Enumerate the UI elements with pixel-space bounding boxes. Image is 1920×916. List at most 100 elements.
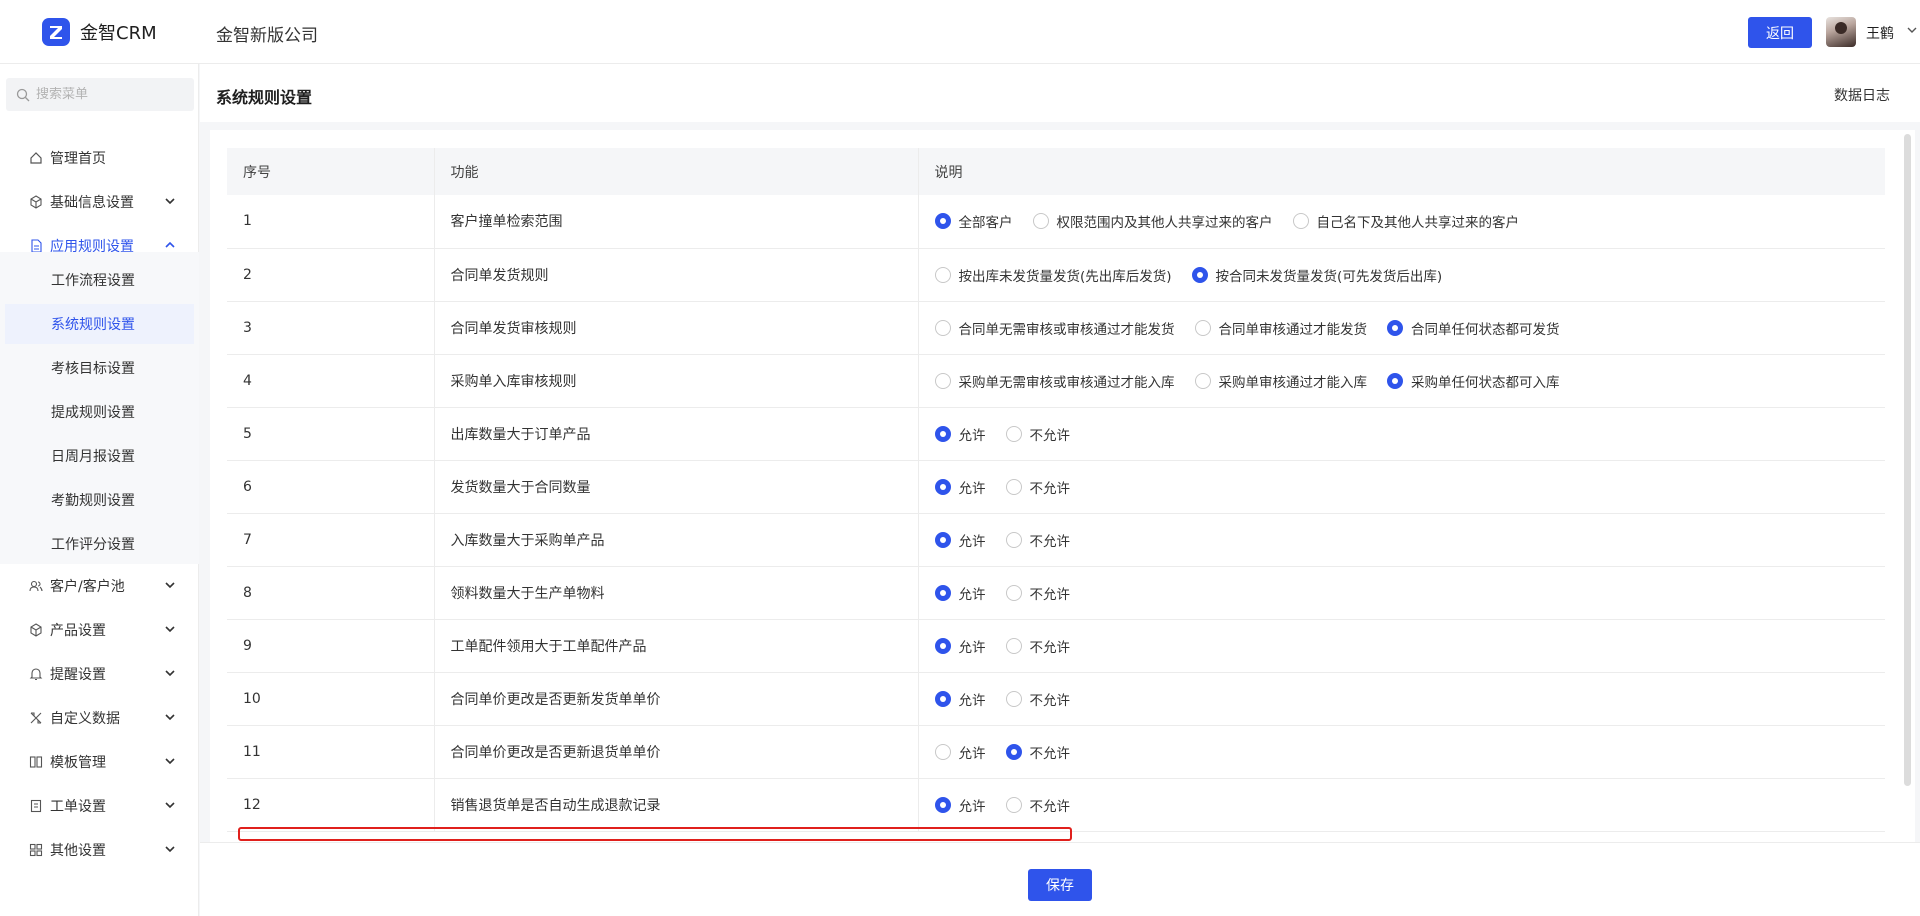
- radio-option[interactable]: 采购单任何状态都可入库: [1379, 371, 1560, 391]
- radio-checked-icon[interactable]: [1387, 372, 1403, 389]
- search-input[interactable]: [36, 87, 186, 102]
- sidebar-item-work-orders[interactable]: 工单设置: [0, 786, 199, 826]
- sidebar-item-reminders[interactable]: 提醒设置: [0, 654, 199, 694]
- row-options: 允许 不允许: [918, 566, 1885, 620]
- radio-checked-icon[interactable]: [934, 478, 951, 495]
- radio-checked-icon[interactable]: [1191, 266, 1208, 283]
- sidebar-item-home[interactable]: 管理首页: [0, 138, 199, 178]
- radio-group: 允许 不允许: [919, 742, 1886, 762]
- table-row: 11 合同单价更改是否更新退货单单价 允许 不允许: [227, 725, 1886, 779]
- radio-label: 全部客户: [958, 215, 1013, 232]
- row-feature: 合同单价更改是否更新退货单单价: [434, 725, 919, 779]
- radio-checked-icon[interactable]: [934, 690, 951, 707]
- radio-unchecked-icon[interactable]: [1194, 372, 1211, 389]
- user-name[interactable]: 王鹤: [1866, 23, 1894, 43]
- radio-checked-icon[interactable]: [934, 637, 951, 654]
- radio-unchecked-icon[interactable]: [1032, 213, 1049, 230]
- radio-group: 采购单无需审核或审核通过才能入库 采购单审核通过才能入库 采购单任何状态都可入库: [919, 371, 1886, 391]
- radio-checked-icon[interactable]: [934, 213, 951, 230]
- radio-option[interactable]: 允许: [927, 636, 986, 656]
- radio-unchecked-icon[interactable]: [1005, 796, 1022, 813]
- radio-unchecked-icon[interactable]: [1292, 213, 1309, 230]
- radio-option[interactable]: 采购单无需审核或审核通过才能入库: [927, 371, 1175, 391]
- radio-option[interactable]: 合同单审核通过才能发货: [1187, 318, 1367, 338]
- radio-option[interactable]: 权限范围内及其他人共享过来的客户: [1025, 211, 1273, 231]
- radio-option[interactable]: 允许: [927, 477, 986, 497]
- data-log-link[interactable]: 数据日志: [1834, 85, 1890, 105]
- sidebar-item-label: 模板管理: [50, 755, 106, 771]
- radio-option[interactable]: 合同单任何状态都可发货: [1379, 318, 1560, 338]
- radio-unchecked-icon[interactable]: [1005, 425, 1022, 442]
- scrollbar[interactable]: [1904, 134, 1911, 786]
- radio-option[interactable]: 不允许: [998, 742, 1070, 762]
- sidebar-item-templates[interactable]: 模板管理: [0, 742, 199, 782]
- bell-icon: [28, 666, 44, 682]
- row-number: 12: [227, 778, 435, 832]
- sidebar-subitem-scoring[interactable]: 工作评分设置: [5, 524, 194, 564]
- sidebar-item-products[interactable]: 产品设置: [0, 610, 199, 650]
- radio-option[interactable]: 按出库未发货量发货(先出库后发货): [927, 265, 1172, 285]
- radio-checked-icon[interactable]: [934, 796, 951, 813]
- radio-option[interactable]: 允许: [927, 742, 986, 762]
- sidebar-item-basic-info[interactable]: 基础信息设置: [0, 182, 199, 222]
- radio-checked-icon[interactable]: [1387, 319, 1403, 336]
- radio-label: 允许: [958, 692, 986, 709]
- sidebar-subitem-reports[interactable]: 日周月报设置: [5, 436, 194, 476]
- table-row: 4 采购单入库审核规则 采购单无需审核或审核通过才能入库 采购单审核通过才能入库 采购单…: [227, 354, 1886, 408]
- table-row: 2 合同单发货规则 按出库未发货量发货(先出库后发货) 按合同未发货量发货(可先发货后…: [227, 248, 1885, 302]
- radio-label: 不允许: [1029, 798, 1071, 815]
- radio-unchecked-icon[interactable]: [1005, 637, 1022, 654]
- radio-label: 允许: [958, 533, 986, 550]
- radio-option[interactable]: 不允许: [998, 583, 1070, 603]
- radio-unchecked-icon[interactable]: [1005, 690, 1022, 707]
- radio-checked-icon[interactable]: [934, 425, 951, 442]
- home-icon: [28, 150, 44, 166]
- radio-option[interactable]: 允许: [927, 530, 986, 550]
- radio-option[interactable]: 允许: [927, 795, 986, 815]
- sidebar-subitem-workflow[interactable]: 工作流程设置: [5, 260, 194, 300]
- sidebar-subitem-commission[interactable]: 提成规则设置: [5, 392, 194, 432]
- sidebar-item-label: 基础信息设置: [50, 195, 134, 211]
- row-number: 8: [227, 566, 435, 620]
- radio-option[interactable]: 允许: [927, 424, 986, 444]
- radio-option[interactable]: 不允许: [998, 636, 1070, 656]
- sidebar-subitem-attendance[interactable]: 考勤规则设置: [5, 480, 194, 520]
- radio-option[interactable]: 不允许: [998, 795, 1071, 815]
- radio-label: 允许: [958, 639, 986, 656]
- radio-unchecked-icon[interactable]: [934, 372, 951, 389]
- avatar[interactable]: [1826, 17, 1856, 47]
- sidebar-subitem-system-rules[interactable]: 系统规则设置: [5, 304, 194, 344]
- radio-unchecked-icon[interactable]: [934, 319, 951, 336]
- radio-unchecked-icon[interactable]: [1005, 478, 1022, 495]
- column-header-description: 说明: [918, 148, 1885, 195]
- radio-option[interactable]: 不允许: [998, 530, 1070, 550]
- radio-checked-icon[interactable]: [934, 531, 951, 548]
- radio-option[interactable]: 自己名下及其他人共享过来的客户: [1285, 211, 1519, 231]
- radio-option[interactable]: 不允许: [998, 424, 1070, 444]
- radio-unchecked-icon[interactable]: [1005, 584, 1022, 601]
- sidebar-item-customers[interactable]: 客户/客户池: [0, 566, 199, 606]
- sidebar-subitem-assessment[interactable]: 考核目标设置: [5, 348, 194, 388]
- chevron-down-icon[interactable]: [1906, 24, 1918, 39]
- radio-option[interactable]: 不允许: [998, 477, 1070, 497]
- company-name: 金智新版公司: [216, 26, 318, 46]
- radio-unchecked-icon[interactable]: [934, 743, 951, 760]
- radio-option[interactable]: 不允许: [998, 689, 1070, 709]
- radio-unchecked-icon[interactable]: [1005, 531, 1022, 548]
- radio-option[interactable]: 合同单无需审核或审核通过才能发货: [927, 318, 1175, 338]
- back-button[interactable]: 返回: [1748, 17, 1812, 48]
- radio-option[interactable]: 允许: [927, 689, 986, 709]
- save-button[interactable]: 保存: [1028, 869, 1092, 901]
- sidebar-item-custom-data[interactable]: 自定义数据: [0, 698, 199, 738]
- radio-unchecked-icon[interactable]: [1194, 319, 1211, 336]
- radio-checked-icon[interactable]: [1005, 743, 1022, 760]
- radio-checked-icon[interactable]: [934, 584, 951, 601]
- sidebar-item-other[interactable]: 其他设置: [0, 830, 199, 870]
- menu-search[interactable]: [6, 78, 194, 111]
- radio-option[interactable]: 按合同未发货量发货(可先发货后出库): [1184, 265, 1442, 285]
- radio-unchecked-icon[interactable]: [934, 266, 951, 283]
- radio-option[interactable]: 全部客户: [927, 211, 1013, 231]
- radio-option[interactable]: 采购单审核通过才能入库: [1187, 371, 1367, 391]
- row-number: 1: [227, 195, 435, 249]
- radio-option[interactable]: 允许: [927, 583, 986, 603]
